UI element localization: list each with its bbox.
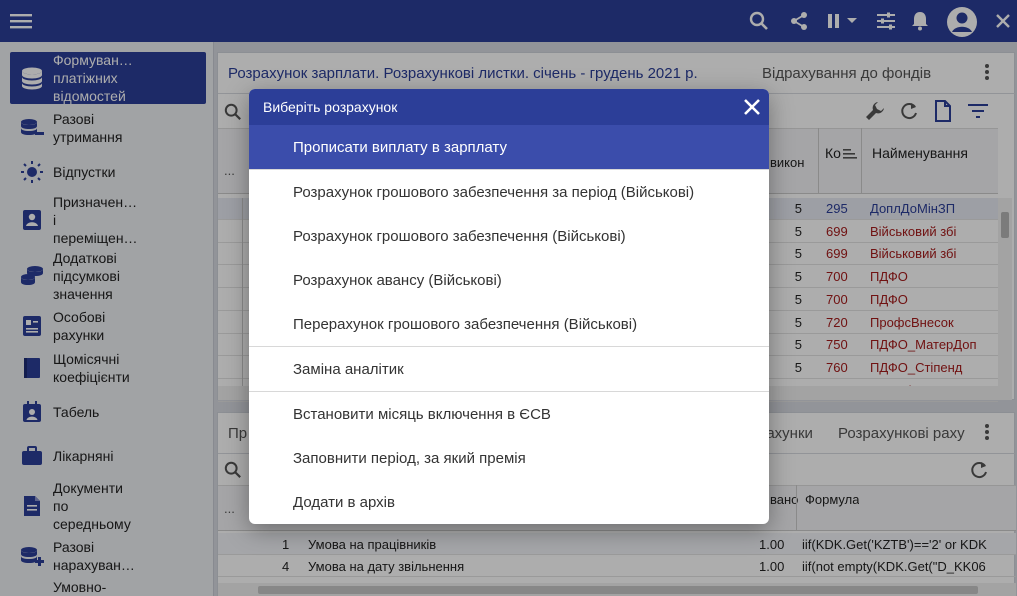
select-calculation-dialog: Виберіть розрахунок Прописати виплату в … (249, 89, 769, 524)
menu-item-post-payment[interactable]: Прописати виплату в зарплату (249, 125, 769, 169)
close-icon[interactable] (743, 98, 761, 116)
menu-item-advance-calc[interactable]: Розрахунок авансу (Військові) (249, 258, 769, 302)
menu-item-set-esv-month[interactable]: Встановити місяць включення в ЄСВ (249, 392, 769, 436)
dialog-header: Виберіть розрахунок (249, 89, 769, 125)
menu-item-recalculation[interactable]: Перерахунок грошового забезпечення (Війс… (249, 302, 769, 346)
menu-item-replace-analytics[interactable]: Заміна аналітик (249, 347, 769, 391)
dialog-title: Виберіть розрахунок (263, 99, 398, 115)
menu-item-bonus-period[interactable]: Заповнити період, за який премія (249, 436, 769, 480)
menu-item-military-calc[interactable]: Розрахунок грошового забезпечення (Війсь… (249, 214, 769, 258)
menu-item-add-to-archive[interactable]: Додати в архів (249, 480, 769, 524)
menu-item-military-period-calc[interactable]: Розрахунок грошового забезпечення за пер… (249, 170, 769, 214)
